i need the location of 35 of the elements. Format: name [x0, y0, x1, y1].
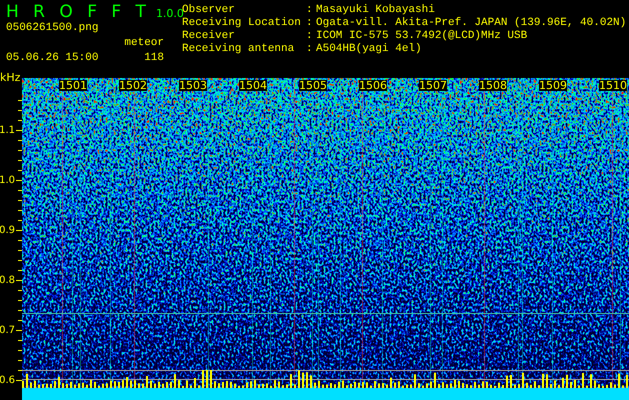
time-label: 1508 [479, 80, 507, 91]
axis-unit: kHz [0, 72, 20, 84]
date-time: 05.06.26 15:00 [6, 52, 100, 65]
info-value: Ogata-vill. Akita-Pref. JAPAN (139.96E, 40.02N) [316, 17, 626, 30]
time-label: 1510 [599, 80, 627, 91]
axis-label: 1.1 [0, 125, 15, 137]
axis-label: 0.8 [0, 275, 15, 287]
meteor-label: meteor [123, 37, 164, 50]
info-separator: : [306, 30, 314, 43]
info-label: Receiver [182, 30, 236, 43]
info-value: ICOM IC-575 53.7492(@LCD)MHz USB [316, 30, 528, 43]
time-label: 1506 [359, 80, 387, 91]
time-label: 1507 [419, 80, 447, 91]
info-separator: : [306, 4, 314, 17]
axis-label: 0.7 [0, 325, 15, 337]
time-label: 1504 [239, 80, 267, 91]
time-label: 1503 [179, 80, 207, 91]
axis-label: 0.6 [0, 375, 15, 387]
time-label: 1509 [539, 80, 567, 91]
info-separator: : [306, 43, 314, 56]
axis-label: 1.0 [0, 175, 15, 187]
info-label: Receiving antenna [182, 43, 296, 56]
info-label: Observer [182, 4, 236, 16]
time-label: 1505 [299, 80, 327, 91]
meteor-count: 118 [143, 52, 164, 65]
info-label: Receiving Location [182, 17, 302, 30]
time-label: 1501 [59, 80, 87, 91]
app-version: 1.0.0 [156, 7, 184, 20]
info-value: Masayuki Kobayashi [316, 4, 436, 17]
info-separator: : [306, 17, 314, 30]
info-value: A504HB(yagi 4el) [316, 43, 423, 56]
app-title: H R O F F T [6, 2, 146, 22]
file-name: 0506261500.png [6, 22, 100, 35]
time-label: 1502 [119, 80, 147, 91]
axis-label: 0.9 [0, 225, 15, 237]
